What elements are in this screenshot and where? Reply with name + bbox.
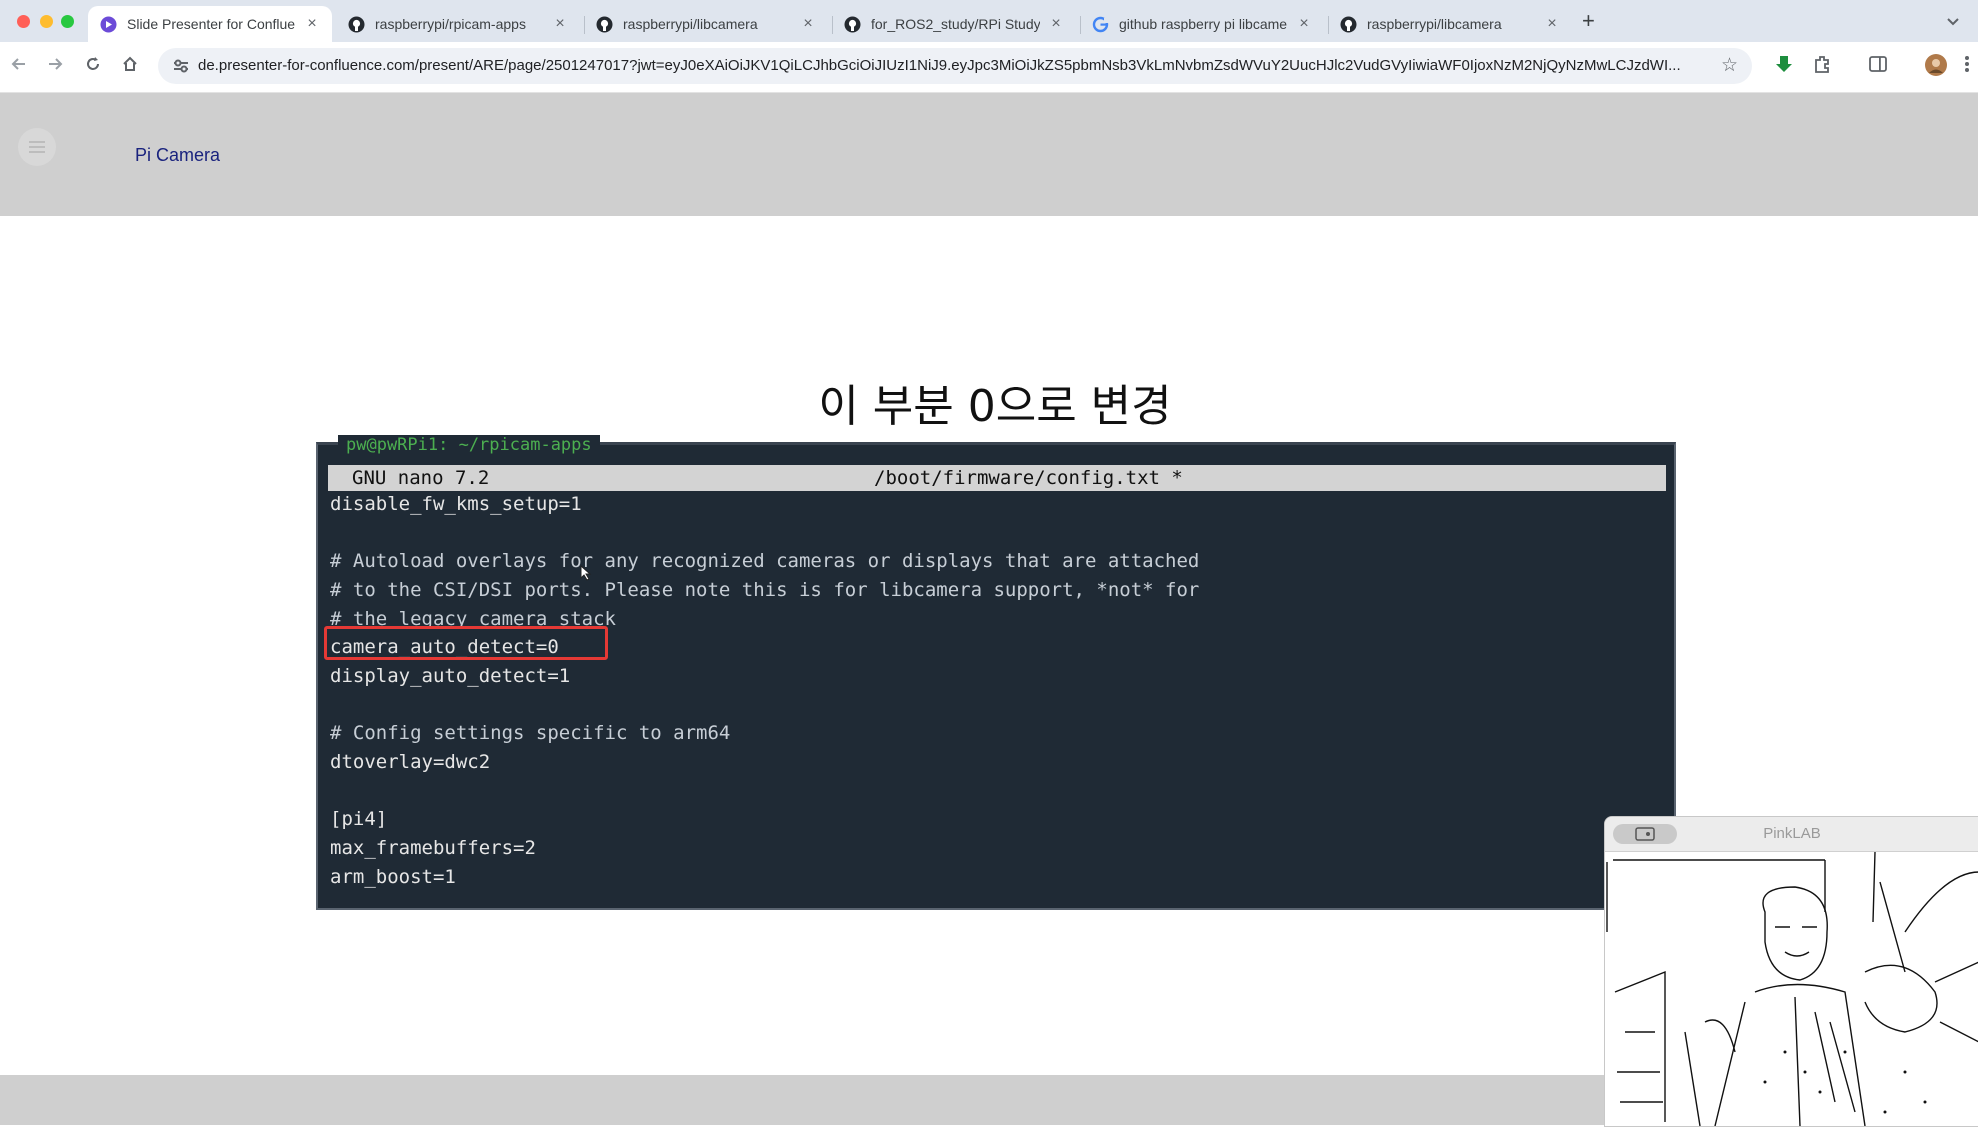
browser-menu-icon[interactable] [1964,54,1970,79]
github-icon [348,16,365,33]
google-icon [1092,16,1109,33]
page-title: Pi Camera [135,145,221,165]
side-panel-icon[interactable] [1868,54,1888,79]
nano-version: GNU nano 7.2 [352,467,490,489]
webcam-title: PinkLAB [1763,825,1821,842]
tab-title: raspberrypi/rpicam-apps [375,16,526,32]
address-bar[interactable]: de.presenter-for-confluence.com/present/… [158,48,1752,84]
tab-close-icon[interactable]: × [1048,15,1064,33]
home-button[interactable] [119,55,141,78]
hamburger-icon [29,146,45,148]
minimize-window-button[interactable] [40,15,53,28]
github-icon [844,16,861,33]
terminal-line: disable_fw_kms_setup=1 [330,493,582,515]
tab-title: github raspberry pi libcamer [1119,16,1288,32]
terminal-line: max_framebuffers=2 [330,837,536,859]
page-header: Pi Camera [0,93,1978,216]
profile-avatar[interactable] [1924,53,1948,82]
tab-title: Slide Presenter for Confluenc [127,16,296,32]
nano-title-bar: GNU nano 7.2 /boot/firmware/config.txt * [328,465,1666,491]
tab-close-icon[interactable]: × [1296,15,1312,33]
terminal-window-title: pw@pwRPi1: ~/rpicam-apps [338,435,600,455]
terminal-line: # Autoload overlays for any recognized c… [330,550,1200,572]
terminal-line: arm_boost=1 [330,866,456,888]
terminal-line: # Config settings specific to arm64 [330,722,731,744]
back-button[interactable] [8,55,30,78]
forward-button[interactable] [44,55,66,78]
reload-button[interactable] [82,55,104,78]
tab-title: raspberrypi/libcamera [1367,16,1502,32]
tab-rpicam-apps[interactable]: raspberrypi/rpicam-apps × [336,6,580,42]
terminal-line: # to the CSI/DSI ports. Please note this… [330,579,1200,601]
hamburger-icon [29,141,45,143]
webcam-window[interactable]: PinkLAB [1604,816,1978,1127]
github-icon [596,16,613,33]
tab-title: for_ROS2_study/RPi Study/p [871,16,1040,32]
tab-libcamera[interactable]: raspberrypi/libcamera × [584,6,828,42]
webcam-feed [1605,852,1978,1126]
hamburger-icon [29,151,45,153]
tab-close-icon[interactable]: × [304,15,320,33]
url-text: de.presenter-for-confluence.com/present/… [198,57,1681,74]
presenter-icon [100,16,117,33]
terminal-line: [pi4] [330,808,388,830]
tab-search-icon[interactable] [1944,12,1962,35]
menu-button[interactable] [18,128,56,166]
new-tab-button[interactable]: + [1582,8,1595,34]
tab-libcamera-2[interactable]: raspberrypi/libcamera × [1328,6,1572,42]
tab-google-search[interactable]: github raspberry pi libcamer × [1080,6,1324,42]
highlight-box [324,626,608,660]
zoom-window-button[interactable] [61,15,74,28]
github-icon [1340,16,1357,33]
site-settings-icon[interactable] [172,57,190,80]
browser-toolbar: de.presenter-for-confluence.com/present/… [0,42,1978,93]
extensions-icon[interactable] [1812,54,1832,79]
terminal-line: dtoverlay=dwc2 [330,751,491,773]
tab-ros2-study[interactable]: for_ROS2_study/RPi Study/p × [832,6,1076,42]
close-window-button[interactable] [17,15,30,28]
tab-title: raspberrypi/libcamera [623,16,758,32]
nano-filename: /boot/firmware/config.txt * [874,467,1183,489]
mouse-cursor-icon [580,564,592,585]
terminal-screenshot: pw@pwRPi1: ~/rpicam-apps GNU nano 7.2 /b… [316,435,1676,910]
tab-close-icon[interactable]: × [800,15,816,33]
tab-slide-presenter[interactable]: Slide Presenter for Confluenc × [88,6,332,42]
slide-heading: 이 부분 0으로 변경 [818,381,1172,432]
download-icon[interactable] [1774,54,1794,81]
tab-close-icon[interactable]: × [1544,15,1560,33]
tab-bar: Slide Presenter for Confluenc × raspberr… [0,0,1978,42]
webcam-titlebar: PinkLAB [1605,817,1978,852]
tab-close-icon[interactable]: × [552,15,568,33]
terminal-line: display_auto_detect=1 [330,665,571,687]
bookmark-star-icon[interactable]: ☆ [1721,54,1738,77]
